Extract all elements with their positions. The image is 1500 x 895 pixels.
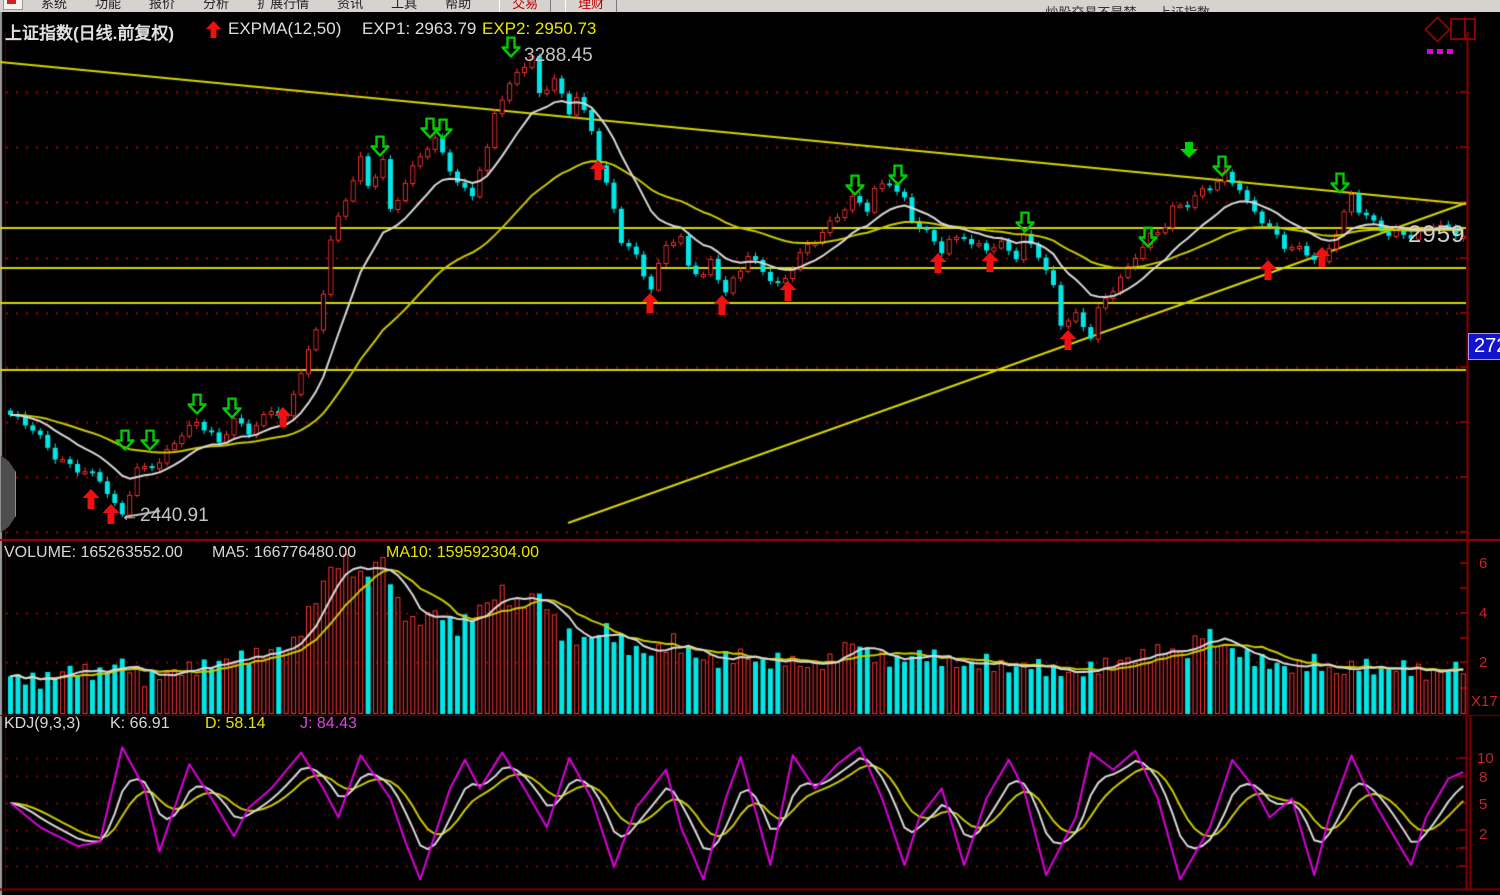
- sell-signal-arrow: [1139, 227, 1158, 248]
- vol-axis-2: 2: [1479, 654, 1487, 671]
- left-panel-handle[interactable]: [0, 455, 16, 533]
- sell-signal-arrow-solid: [1180, 142, 1198, 158]
- buy-signal-arrow: [83, 489, 100, 509]
- indicator-name: EXPMA(12,50): [228, 19, 341, 39]
- kdj-j-label: J: 84.43: [300, 715, 357, 733]
- trading-app-window: 系统 功能 报价 分析 扩展行情 资讯 工具 帮助 交易 理财 炒股交易不是梦 …: [0, 0, 1500, 895]
- sell-signal-arrow: [1213, 156, 1232, 177]
- buy-signal-arrow: [642, 293, 659, 313]
- kdj-d-label: D: 58.14: [205, 715, 265, 733]
- kdj-axis-50: 5: [1479, 796, 1487, 813]
- sell-signal-arrow: [116, 430, 135, 451]
- kdj-name-label: KDJ(9,3,3): [4, 715, 80, 733]
- low-price-label: 2440.91: [140, 505, 209, 527]
- sell-signal-arrow: [141, 430, 160, 451]
- buy-signal-arrow: [1060, 330, 1077, 350]
- split-window-icon[interactable]: [1450, 18, 1476, 40]
- low-price-pointer: ←: [120, 505, 139, 527]
- menu-item-quote[interactable]: 报价: [135, 0, 189, 12]
- sell-signal-arrow: [371, 136, 390, 157]
- buy-signal-arrow: [275, 407, 292, 427]
- volume-ma5-label: MA5: 166776480.00: [212, 544, 356, 562]
- symbol-title: 上证指数(日线.前复权): [5, 19, 174, 44]
- menu-item-analysis[interactable]: 分析: [189, 0, 243, 12]
- menu-item-system[interactable]: 系统: [27, 0, 81, 12]
- chart-canvas[interactable]: [0, 12, 1500, 895]
- sell-signal-arrow: [188, 394, 207, 415]
- buy-signal-arrow: [1260, 260, 1277, 280]
- buy-signal-arrow: [1314, 247, 1331, 267]
- buy-signal-arrow: [590, 160, 607, 180]
- menu-item-news[interactable]: 资讯: [323, 0, 377, 12]
- magenta-dash-marker: [1427, 41, 1457, 59]
- vol-axis-6: 6: [1479, 555, 1487, 572]
- buy-signal-arrow: [930, 253, 947, 273]
- app-icon[interactable]: [3, 0, 23, 10]
- menu-item-help[interactable]: 帮助: [431, 0, 485, 12]
- vol-axis-multiplier: X17: [1471, 693, 1498, 710]
- sell-signal-arrow: [1016, 212, 1035, 233]
- sell-signal-arrow: [223, 398, 242, 419]
- volume-ma10-label: MA10: 159592304.00: [386, 544, 539, 562]
- sell-signal-arrow: [434, 119, 453, 140]
- sell-signal-arrow: [846, 175, 865, 196]
- buy-signal-arrow: [780, 281, 797, 301]
- kdj-axis-100: 10: [1477, 750, 1494, 767]
- kdj-axis-80: 8: [1479, 769, 1487, 786]
- sell-signal-arrow: [1331, 173, 1350, 194]
- kdj-k-label: K: 66.91: [110, 715, 170, 733]
- volume-value-label: VOLUME: 165263552.00: [4, 544, 183, 562]
- menu-item-extended[interactable]: 扩展行情: [243, 0, 323, 12]
- last-price-label: 2959: [1408, 221, 1465, 249]
- up-arrow-icon: [206, 21, 221, 38]
- buy-signal-arrow: [714, 295, 731, 315]
- exp1-value: EXP1: 2963.79: [362, 19, 476, 39]
- menu-item-tools[interactable]: 工具: [377, 0, 431, 12]
- axis-price-box: 272: [1468, 333, 1500, 360]
- exp2-value: EXP2: 2950.73: [482, 19, 596, 39]
- sell-signal-arrow: [502, 37, 521, 58]
- kdj-axis-20: 2: [1479, 826, 1487, 843]
- sell-signal-arrow: [889, 165, 908, 186]
- buy-signal-arrow: [103, 504, 120, 524]
- chart-area: 上证指数(日线.前复权) EXPMA(12,50) EXP1: 2963.79 …: [0, 12, 1500, 895]
- vol-axis-4: 4: [1479, 605, 1487, 622]
- menu-item-function[interactable]: 功能: [81, 0, 135, 12]
- buy-signal-arrow: [982, 252, 999, 272]
- high-price-label: 3288.45: [524, 45, 593, 67]
